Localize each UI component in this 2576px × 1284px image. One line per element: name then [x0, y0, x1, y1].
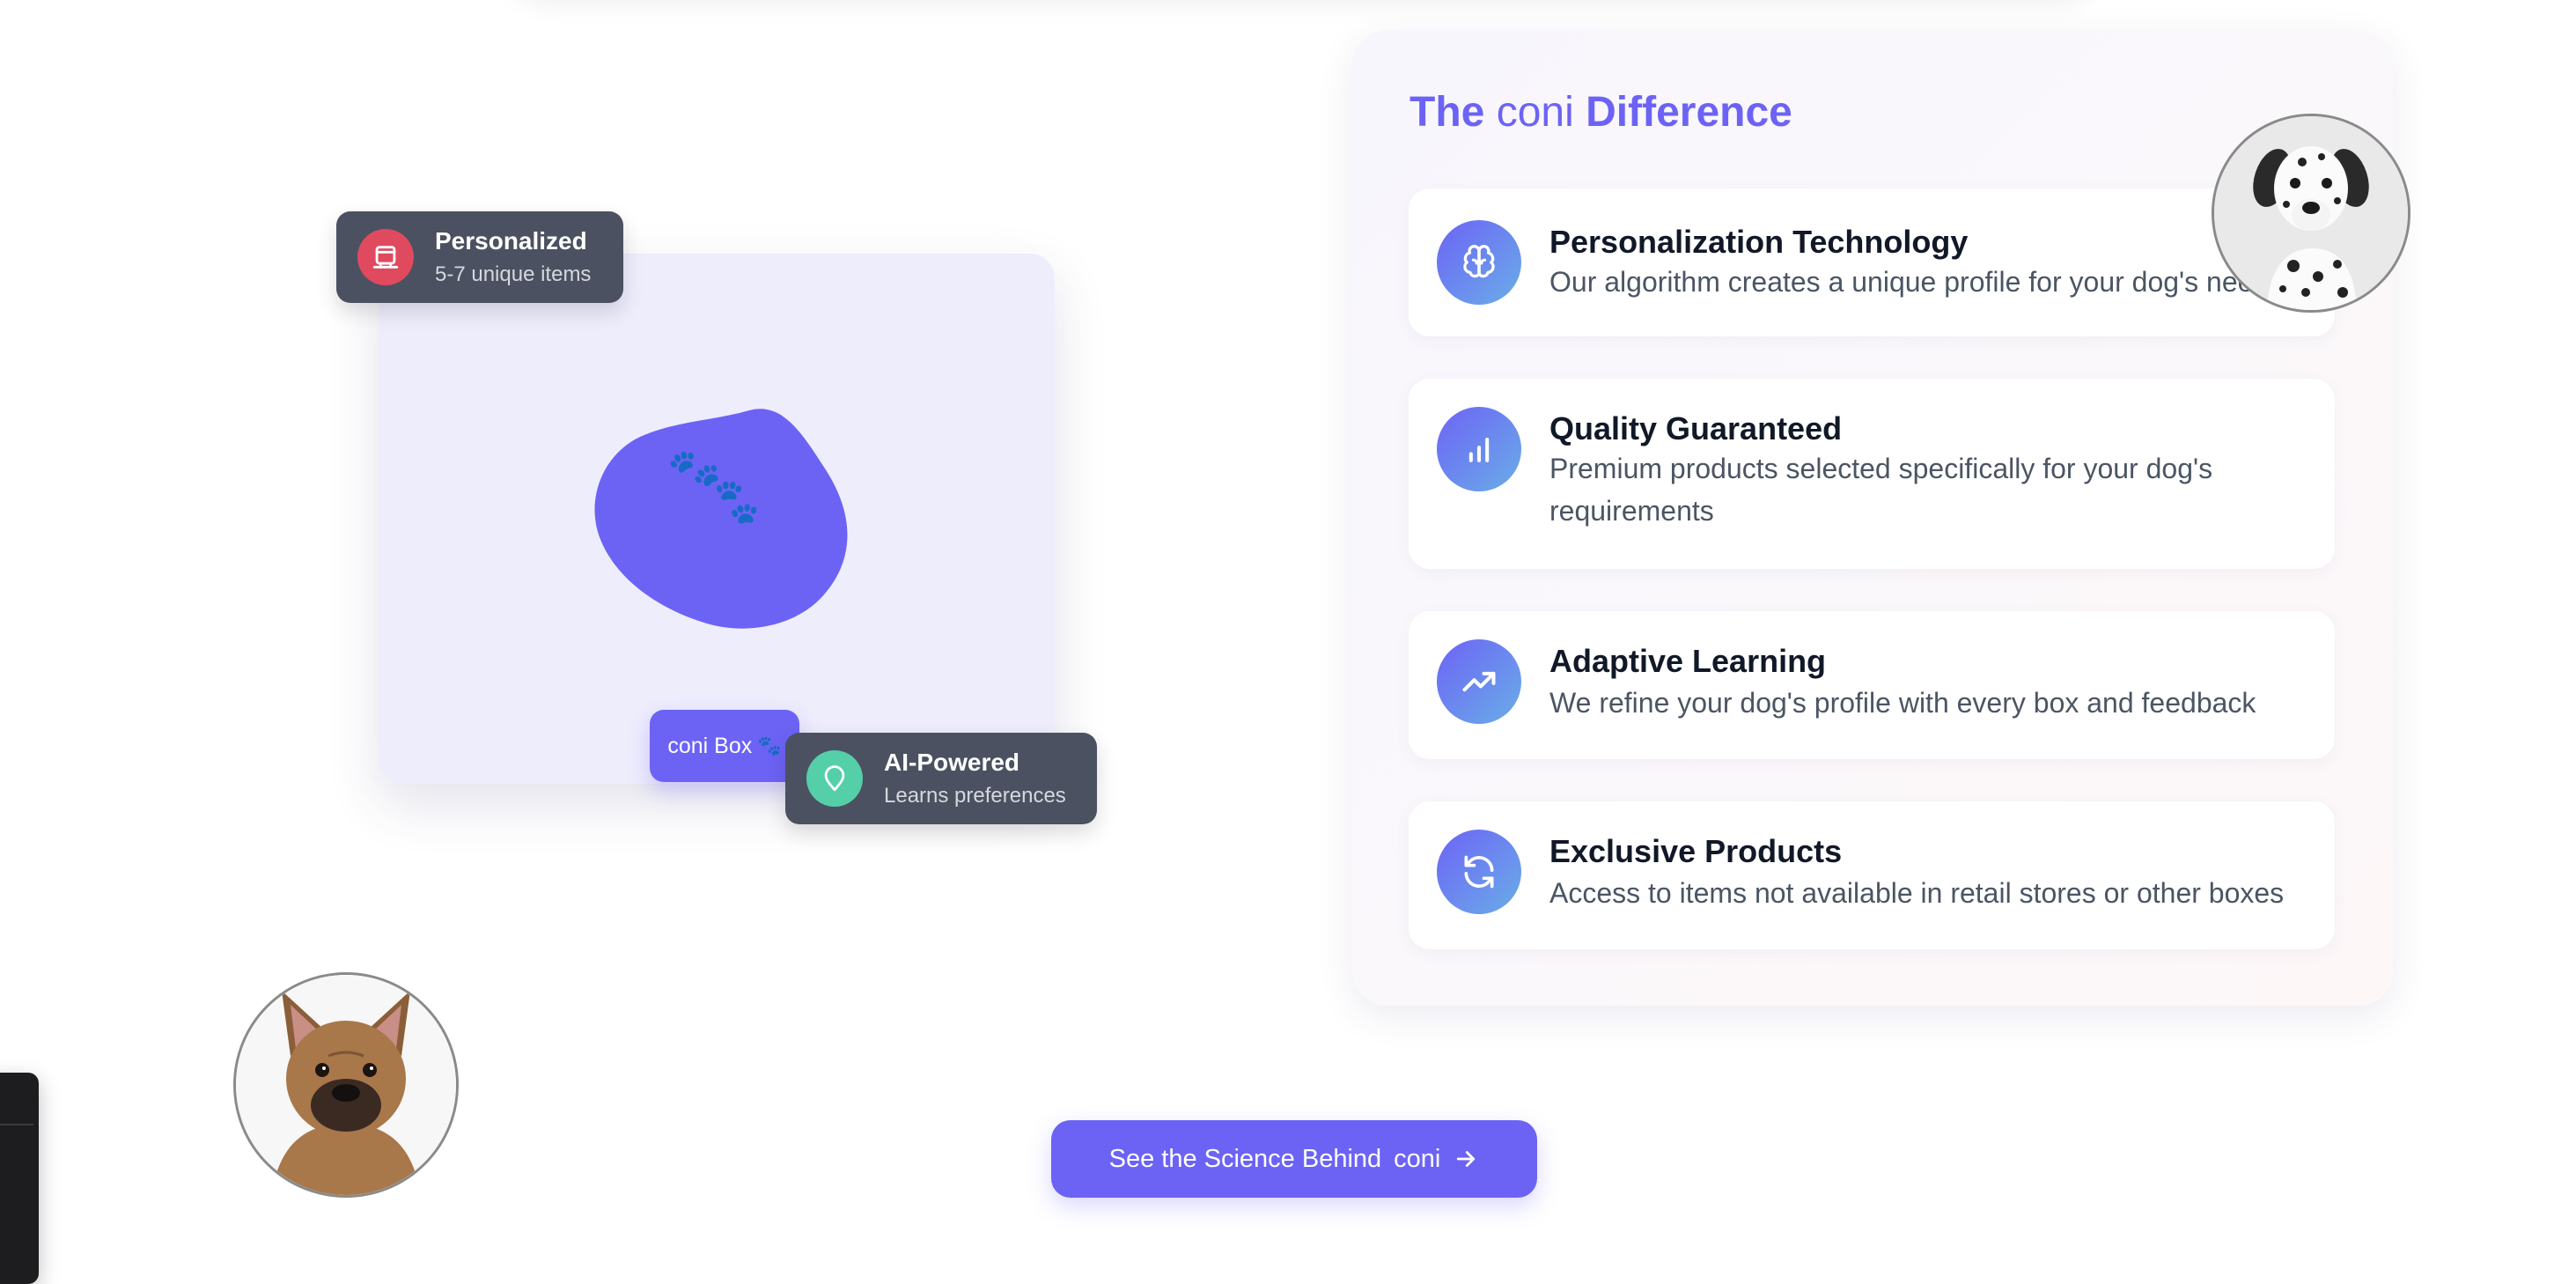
- heading-brand: coni: [1496, 89, 1574, 136]
- heading-prefix: The: [1409, 89, 1485, 136]
- paw-icon: 🐾: [757, 734, 782, 756]
- feature-card-exclusive: Exclusive Products Access to items not a…: [1409, 801, 2335, 949]
- tooltip-ai-powered: AI-Powered Learns preferences: [785, 733, 1097, 824]
- heading-suffix: Difference: [1586, 89, 1792, 136]
- feature-title: Exclusive Products: [1549, 833, 1843, 869]
- feature-card-personalization: Personalization Technology Our algorithm…: [1409, 188, 2335, 336]
- paw-print-icon: 🐾: [707, 473, 767, 529]
- arrow-right-icon: [1457, 1151, 1476, 1167]
- feature-description: Access to items not available in retail …: [1549, 877, 2285, 909]
- feature-card-adaptive: Adaptive Learning We refine your dog's p…: [1409, 611, 2335, 759]
- refresh-icon: [1437, 830, 1521, 914]
- see-the-science-button[interactable]: See the Science Behind coni: [1051, 1120, 1537, 1198]
- tooltip-title: AI-Powered: [884, 749, 1020, 776]
- badge-label: coni Box: [667, 733, 753, 758]
- coni-box-badge: coni Box 🐾: [650, 710, 799, 782]
- feature-description: Our algorithm creates a unique profile f…: [1549, 266, 2284, 298]
- tooltip-personalized: Personalized 5-7 unique items: [336, 211, 623, 303]
- cta-brand: coni: [1394, 1144, 1441, 1173]
- brain-icon: [1437, 220, 1521, 305]
- box-icon: [357, 229, 414, 285]
- feature-title: Adaptive Learning: [1549, 643, 1827, 679]
- tooltip-subtitle: Learns preferences: [884, 784, 1066, 808]
- feature-card-quality: Quality Guaranteed Premium products sele…: [1409, 379, 2335, 569]
- feature-title: Quality Guaranteed: [1549, 410, 1843, 446]
- dalmatian-avatar: [2212, 114, 2410, 313]
- dark-side-panel: [0, 1073, 39, 1284]
- tooltip-subtitle: 5-7 unique items: [435, 262, 592, 286]
- bar-chart-icon: [1437, 407, 1521, 491]
- trending-up-icon: [1437, 639, 1521, 724]
- french-bulldog-avatar: [233, 972, 459, 1198]
- feature-description: We refine your dog's profile with every …: [1549, 687, 2256, 719]
- location-pin-icon: [806, 750, 863, 807]
- feature-title: Personalization Technology: [1549, 224, 1969, 260]
- tooltip-title: Personalized: [435, 227, 587, 255]
- difference-heading: The coni Difference: [1409, 88, 1792, 137]
- feature-description: Premium products selected specifically f…: [1549, 453, 2213, 527]
- cta-label: See the Science Behind: [1108, 1144, 1382, 1173]
